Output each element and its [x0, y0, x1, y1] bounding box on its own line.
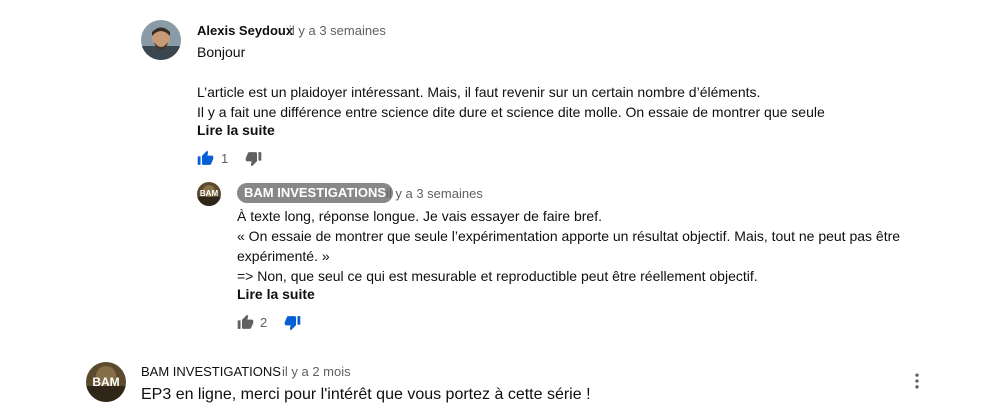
comment-line: L’article est un plaidoyer intéressant. …	[197, 84, 761, 100]
comment-line: Bonjour	[197, 44, 246, 60]
comment-author[interactable]: Alexis Seydoux	[197, 23, 293, 38]
like-count: 2	[260, 315, 268, 330]
read-more-link[interactable]: Lire la suite	[197, 122, 275, 138]
avatar-logo-text: BAM	[92, 375, 120, 389]
reply-line: expérimenté. »	[237, 248, 330, 264]
like-button[interactable]	[195, 148, 215, 168]
action-menu-button[interactable]	[906, 370, 928, 392]
comment-text: EP3 en ligne, merci pour l'intérêt que v…	[141, 386, 591, 403]
reply-timestamp[interactable]: il y a 3 semaines	[386, 186, 483, 201]
like-button[interactable]	[235, 312, 255, 332]
reply-author[interactable]: BAM INVESTIGATIONS	[244, 185, 386, 200]
thumbs-up-icon	[197, 150, 213, 165]
comment-timestamp[interactable]: il y a 2 mois	[282, 364, 351, 379]
reply-line: => Non, que seul ce qui est mesurable et…	[237, 268, 758, 284]
thumbs-down-icon	[284, 315, 300, 330]
read-more-link[interactable]: Lire la suite	[237, 286, 315, 302]
reply-line: À texte long, réponse longue. Je vais es…	[237, 208, 602, 224]
comment-timestamp[interactable]: il y a 3 semaines	[289, 23, 386, 38]
thumbs-up-icon	[237, 314, 253, 329]
thumbs-down-icon	[245, 151, 261, 166]
dislike-button[interactable]	[282, 312, 302, 332]
channel-owner-badge[interactable]: BAM INVESTIGATIONS	[237, 183, 394, 203]
reply-line: « On essaie de montrer que seule l’expér…	[237, 228, 901, 244]
dislike-button[interactable]	[243, 148, 263, 168]
comment-line: Il y a fait une différence entre science…	[197, 104, 825, 120]
comment-author[interactable]: BAM INVESTIGATIONS	[141, 364, 281, 379]
like-count: 1	[221, 151, 229, 166]
avatar[interactable]	[141, 20, 181, 60]
reply-avatar[interactable]: BAM	[197, 182, 221, 206]
avatar-logo-text: BAM	[199, 189, 219, 198]
more-vert-icon	[915, 373, 919, 389]
comment-thread: BAM BAM INVESTIGATIONS il y a 2 mois EP3…	[0, 350, 989, 406]
comment-thread: Alexis Seydoux il y a 3 semaines Bonjour…	[0, 0, 989, 345]
avatar[interactable]: BAM	[86, 362, 126, 402]
